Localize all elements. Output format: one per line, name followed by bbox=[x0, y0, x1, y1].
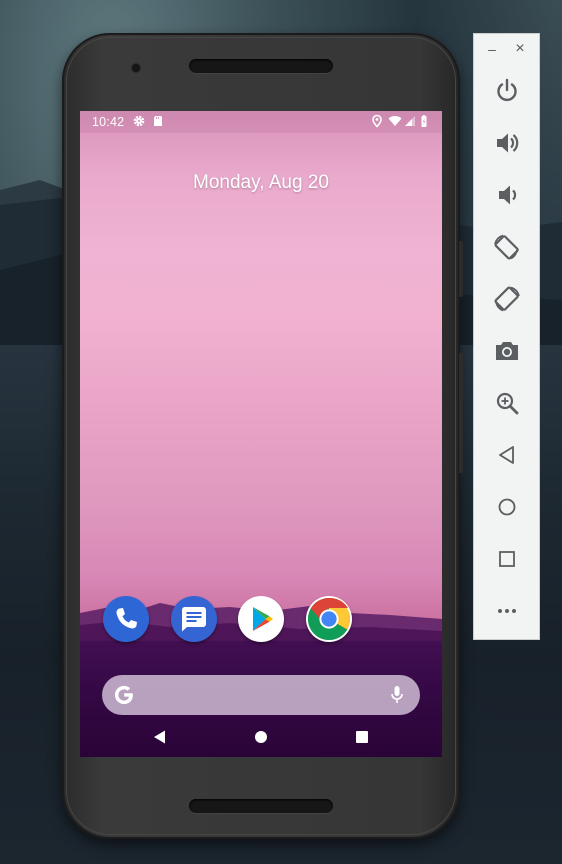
top-speaker bbox=[189, 59, 333, 73]
phone-power-key[interactable] bbox=[459, 241, 463, 297]
location-icon bbox=[372, 114, 382, 128]
back-icon bbox=[499, 446, 514, 464]
rotate-right-button[interactable] bbox=[491, 283, 523, 315]
chrome-icon[interactable] bbox=[306, 596, 352, 642]
home-icon bbox=[498, 498, 516, 516]
bottom-speaker bbox=[189, 799, 333, 813]
overview-icon bbox=[499, 551, 515, 567]
rotate-left-button[interactable] bbox=[491, 231, 523, 263]
front-camera bbox=[132, 64, 140, 72]
close-button[interactable]: × bbox=[512, 41, 528, 57]
play-store-icon[interactable] bbox=[238, 596, 284, 642]
phone-volume-key[interactable] bbox=[459, 353, 463, 473]
power-icon bbox=[497, 78, 517, 102]
mic-icon[interactable] bbox=[390, 685, 404, 705]
google-search-bar[interactable] bbox=[102, 675, 420, 715]
more-icon bbox=[498, 609, 516, 613]
signal-icon bbox=[405, 116, 415, 126]
rotate-right-icon bbox=[494, 286, 520, 312]
battery-icon bbox=[421, 115, 427, 127]
recents-icon[interactable] bbox=[352, 727, 372, 747]
volume-up-button[interactable] bbox=[491, 127, 523, 159]
emulator-toolbar: – × bbox=[473, 33, 540, 640]
overview-button[interactable] bbox=[491, 543, 523, 575]
sd-card-icon bbox=[154, 116, 162, 126]
phone-screen[interactable]: 10:42 Monday, Aug 20 bbox=[80, 111, 442, 757]
phone-device: 10:42 Monday, Aug 20 bbox=[62, 33, 463, 839]
zoom-icon bbox=[496, 392, 519, 415]
screenshot-button[interactable] bbox=[491, 335, 523, 367]
rotate-left-icon bbox=[494, 234, 519, 260]
more-button[interactable] bbox=[491, 595, 523, 627]
zoom-button[interactable] bbox=[491, 387, 523, 419]
power-button[interactable] bbox=[491, 75, 523, 107]
wifi-icon bbox=[388, 116, 402, 126]
back-icon[interactable] bbox=[150, 727, 170, 747]
camera-icon bbox=[496, 342, 518, 360]
navigation-bar bbox=[80, 715, 442, 757]
volume-up-icon bbox=[497, 133, 519, 153]
status-time: 10:42 bbox=[92, 115, 125, 129]
minimize-button[interactable]: – bbox=[484, 41, 500, 57]
home-button[interactable] bbox=[491, 491, 523, 523]
google-g-icon bbox=[114, 685, 133, 705]
messages-icon[interactable] bbox=[171, 596, 217, 642]
volume-down-icon bbox=[499, 185, 517, 205]
volume-down-button[interactable] bbox=[491, 179, 523, 211]
phone-icon[interactable] bbox=[103, 596, 149, 642]
date-label[interactable]: Monday, Aug 20 bbox=[80, 172, 442, 194]
settings-icon bbox=[133, 115, 145, 127]
back-button[interactable] bbox=[491, 439, 523, 471]
status-bar: 10:42 bbox=[80, 111, 442, 133]
home-icon[interactable] bbox=[251, 727, 271, 747]
